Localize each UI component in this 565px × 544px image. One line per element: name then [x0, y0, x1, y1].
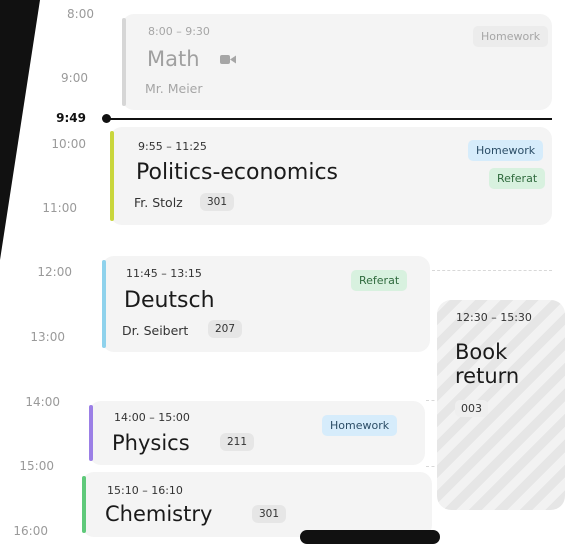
event-time: 9:55 – 11:25	[138, 140, 207, 153]
event-title: Chemistry	[105, 502, 213, 526]
event-color-bar	[102, 260, 106, 348]
event-time: 14:00 – 15:00	[114, 411, 190, 424]
hour-label-9: 9:00	[61, 71, 88, 85]
referat-tag: Referat	[351, 270, 408, 291]
hour-label-11: 11:00	[42, 201, 77, 215]
hour-label-8: 8:00	[67, 7, 94, 21]
current-time-line	[108, 118, 552, 120]
event-time: 8:00 – 9:30	[148, 25, 210, 38]
hour-label-10: 10:00	[51, 137, 86, 151]
event-title-line: Book	[455, 340, 508, 364]
hour-guide-line	[432, 270, 552, 271]
hour-label-14: 14:00	[25, 395, 60, 409]
event-card-deutsch[interactable]: 11:45 – 13:15 Deutsch Dr. Seibert 207 Re…	[102, 256, 430, 352]
device-bezel	[0, 0, 40, 260]
homework-tag: Homework	[473, 26, 549, 47]
room-badge: 301	[252, 505, 287, 523]
event-title: Physics	[112, 431, 190, 455]
event-color-bar	[89, 405, 93, 461]
homework-tag: Homework	[322, 415, 398, 436]
video-camera-icon	[220, 55, 236, 64]
event-color-bar	[122, 18, 126, 106]
hour-label-13: 13:00	[30, 330, 65, 344]
event-color-bar	[110, 131, 114, 221]
event-card-math[interactable]: 8:00 – 9:30 Math Mr. Meier Homework	[122, 14, 552, 110]
event-title-line: return	[455, 364, 520, 388]
event-time: 15:10 – 16:10	[107, 484, 183, 497]
event-title: Deutsch	[124, 288, 215, 313]
hour-label-12: 12:00	[37, 265, 72, 279]
room-badge: 207	[208, 320, 243, 338]
event-teacher: Mr. Meier	[145, 81, 203, 96]
event-card-physics[interactable]: 14:00 – 15:00 Physics 211 Homework	[89, 401, 425, 465]
current-time-label: 9:49	[56, 111, 86, 125]
hour-label-15: 15:00	[19, 459, 54, 473]
event-teacher: Dr. Seibert	[122, 323, 189, 338]
room-badge: 301	[200, 193, 235, 211]
event-teacher: Fr. Stolz	[134, 195, 183, 210]
event-card-chemistry[interactable]: 15:10 – 16:10 Chemistry 301	[82, 472, 432, 537]
referat-tag: Referat	[489, 168, 546, 189]
event-color-bar	[82, 476, 86, 533]
event-time: 12:30 – 15:30	[456, 311, 532, 324]
homework-tag: Homework	[468, 140, 544, 161]
room-badge: 211	[220, 433, 255, 451]
event-title: Book return	[455, 340, 519, 388]
hour-label-16: 16:00	[13, 524, 48, 538]
event-card-book-return[interactable]: 12:30 – 15:30 Book return 003	[437, 300, 565, 510]
event-title: Math	[147, 47, 200, 71]
bottom-sheet-handle[interactable]	[300, 530, 440, 544]
event-title: Politics-economics	[136, 160, 338, 185]
event-card-politics-economics[interactable]: 9:55 – 11:25 Politics-economics Fr. Stol…	[110, 127, 552, 225]
event-time: 11:45 – 13:15	[126, 267, 202, 280]
room-badge: 003	[455, 400, 488, 417]
